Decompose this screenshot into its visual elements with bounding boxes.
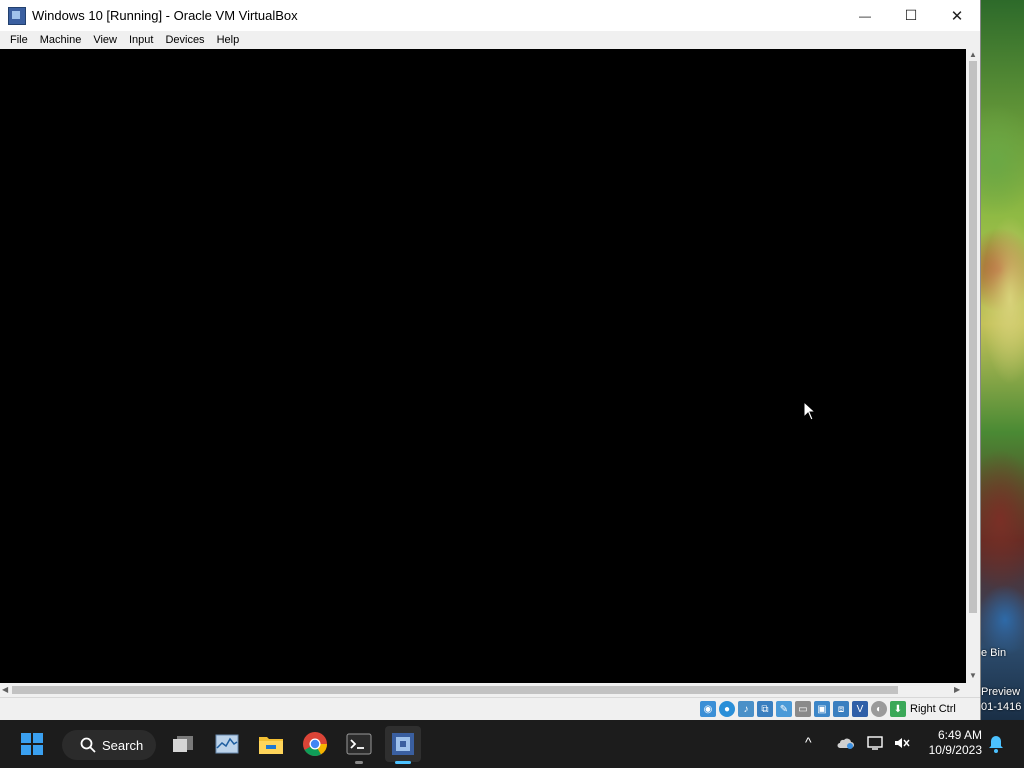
clock-time: 6:49 AM: [937, 728, 982, 742]
virtualbox-app-icon[interactable]: [8, 6, 26, 25]
chrome-icon: [303, 732, 327, 757]
taskbar-app-file-explorer[interactable]: [253, 726, 289, 762]
usb-icon[interactable]: ✎: [776, 701, 792, 717]
terminal-icon: [346, 733, 372, 755]
close-icon: ✕: [950, 7, 964, 25]
clock[interactable]: 6:49 AM 10/9/2023: [920, 728, 982, 758]
resource-monitor-icon: [215, 734, 239, 754]
menu-file[interactable]: File: [4, 34, 34, 46]
host-key-label: Right Ctrl: [910, 703, 956, 715]
virtualbox-icon: [392, 733, 414, 755]
taskbar-app-terminal[interactable]: [341, 726, 377, 764]
title-bar[interactable]: Windows 10 [Running] - Oracle VM Virtual…: [0, 0, 980, 31]
window-title: Windows 10 [Running] - Oracle VM Virtual…: [32, 8, 298, 23]
minimize-button[interactable]: —: [842, 0, 888, 31]
maximize-icon: ☐: [904, 7, 918, 23]
status-icons: ◉ ● ♪ ⧉ ✎ ▭ ▣ ⧈ V ◐ ⬇: [700, 701, 906, 717]
scroll-left-icon[interactable]: ◀: [2, 685, 8, 694]
shared-folders-icon[interactable]: ▭: [795, 701, 811, 717]
running-indicator: [355, 761, 363, 764]
search-label: Search: [102, 737, 144, 753]
recycle-bin-label[interactable]: e Bin: [981, 647, 1006, 659]
scroll-down-icon[interactable]: ▼: [969, 671, 977, 680]
taskbar-app-monitor[interactable]: [209, 726, 245, 762]
tray-overflow-chevron-icon[interactable]: ^: [805, 734, 812, 750]
watermark-line1: Preview: [981, 686, 1021, 698]
audio-icon[interactable]: ♪: [738, 701, 754, 717]
network-icon[interactable]: ⧉: [757, 701, 773, 717]
mouse-integration-icon[interactable]: ◐: [871, 701, 887, 717]
keyboard-capture-icon[interactable]: ⬇: [890, 701, 906, 717]
taskbar-app-chrome[interactable]: [297, 726, 333, 762]
scroll-right-icon[interactable]: ▶: [954, 685, 960, 694]
folder-icon: [259, 737, 283, 754]
menu-help[interactable]: Help: [211, 34, 246, 46]
task-view-button[interactable]: [165, 726, 201, 762]
maximize-button[interactable]: ☐: [888, 0, 934, 31]
start-button[interactable]: [14, 726, 50, 762]
close-button[interactable]: ✕: [934, 0, 980, 31]
search-icon: [80, 737, 96, 753]
task-view-icon: [173, 736, 193, 752]
network-tray-icon[interactable]: [867, 735, 885, 756]
vm-display[interactable]: [0, 49, 966, 683]
menu-input[interactable]: Input: [123, 34, 159, 46]
horizontal-scrollbar[interactable]: ◀ ▶: [0, 683, 966, 697]
horizontal-scroll-thumb[interactable]: [12, 686, 898, 694]
windows-logo-icon: [21, 733, 43, 755]
menu-devices[interactable]: Devices: [159, 34, 210, 46]
window-controls: — ☐ ✕: [842, 0, 980, 31]
watermark-line2: 01-1416: [981, 701, 1022, 713]
search-box[interactable]: Search: [62, 730, 156, 760]
video-capture-icon[interactable]: ⧈: [833, 701, 849, 717]
menu-view[interactable]: View: [87, 34, 123, 46]
menu-bar: File Machine View Input Devices Help: [0, 31, 980, 49]
active-indicator: [395, 761, 411, 764]
volume-muted-icon[interactable]: [893, 735, 911, 756]
virtualbox-window: Windows 10 [Running] - Oracle VM Virtual…: [0, 0, 980, 721]
vertical-scroll-thumb[interactable]: [969, 61, 977, 613]
optical-drive-icon[interactable]: ●: [719, 701, 735, 717]
onedrive-icon[interactable]: [836, 736, 854, 755]
notification-bell-icon[interactable]: [988, 735, 1004, 758]
vertical-scrollbar[interactable]: ▲ ▼: [966, 49, 980, 683]
taskbar: Search ^ 6:49 AM 10/9/2023: [0, 720, 1024, 768]
status-bar: ◉ ● ♪ ⧉ ✎ ▭ ▣ ⧈ V ◐ ⬇ Right Ctrl: [0, 697, 980, 721]
taskbar-app-virtualbox[interactable]: [385, 726, 421, 764]
vt-x-icon[interactable]: V: [852, 701, 868, 717]
menu-machine[interactable]: Machine: [34, 34, 88, 46]
minimize-icon: —: [859, 8, 871, 23]
scroll-up-icon[interactable]: ▲: [969, 50, 977, 59]
clock-date: 10/9/2023: [928, 743, 982, 757]
display-icon[interactable]: ▣: [814, 701, 830, 717]
hard-disk-icon[interactable]: ◉: [700, 701, 716, 717]
